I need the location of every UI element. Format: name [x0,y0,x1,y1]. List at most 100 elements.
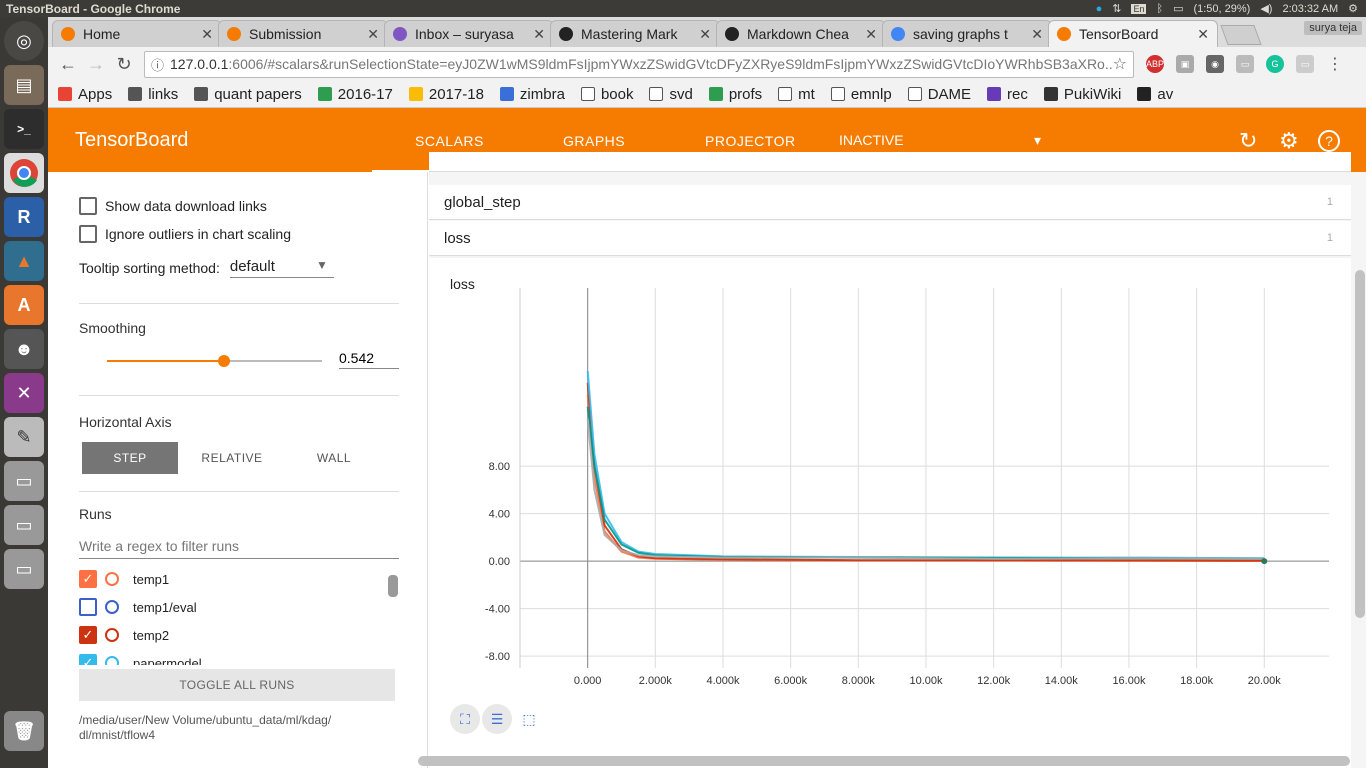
bookmark-item[interactable]: PukiWiki [1043,86,1121,103]
bookmark-item[interactable]: quant papers [194,86,302,103]
adblock-icon[interactable]: ABP [1146,55,1164,73]
forward-icon[interactable]: → [82,54,110,75]
menu-icon[interactable]: ⋮ [1326,55,1344,73]
toggle-all-runs-button[interactable]: TOGGLE ALL RUNS [79,669,395,701]
skype-icon[interactable]: ● [1096,3,1103,15]
close-icon[interactable]: ✕ [1031,26,1043,43]
fullscreen-icon[interactable]: ⛶ [450,704,480,734]
runs-scroll-thumb[interactable] [388,575,398,597]
run-checkbox[interactable]: ✓ [79,654,97,665]
browser-tab[interactable]: Markdown Chea ✕ [716,20,886,47]
r-icon[interactable]: R [4,197,44,237]
matlab-icon[interactable]: ▲ [4,241,44,281]
tools-icon[interactable]: ✕ [4,373,44,413]
help-icon[interactable]: ? [1318,130,1340,152]
bookmark-item[interactable]: 2016-17 [317,86,393,103]
back-icon[interactable]: ← [54,54,82,75]
extension-icon-1[interactable]: ▣ [1176,55,1194,73]
bookmark-item[interactable]: book [580,86,633,103]
smoothing-value-input[interactable]: 0.542 [339,348,399,369]
tab-scalars[interactable]: SCALARS [415,133,484,149]
drive-icon-1[interactable]: ▭ [4,461,44,501]
ignore-outliers-row[interactable]: Ignore outliers in chart scaling [79,220,399,248]
reload-data-icon[interactable]: ↻ [1239,128,1257,154]
run-checkbox[interactable]: ✓ [79,570,97,588]
close-icon[interactable]: ✕ [1197,26,1209,43]
bookmark-item[interactable]: links [128,86,178,103]
extension-icon-4[interactable]: ▭ [1296,55,1314,73]
trash-icon[interactable]: 🗑 [4,711,44,751]
software-center-icon[interactable]: A [4,285,44,325]
browser-tab[interactable]: Mastering Mark ✕ [550,20,720,47]
power-icon[interactable]: ⚙ [1348,2,1358,15]
page-scrollbar-horizontal[interactable] [418,756,1350,766]
browser-tab[interactable]: Submission ✕ [218,20,388,47]
runs-filter-input[interactable]: Write a regex to filter runs [79,538,399,559]
close-icon[interactable]: ✕ [533,26,545,43]
extension-icon-2[interactable]: ◉ [1206,55,1224,73]
bluetooth-icon[interactable]: ᛒ [1156,3,1163,15]
close-icon[interactable]: ✕ [699,26,711,43]
axis-wall-button[interactable]: WALL [286,442,382,474]
bookmark-item[interactable]: DAME [907,86,971,103]
run-checkbox[interactable] [79,598,97,616]
reload-icon[interactable]: ↻ [110,54,138,75]
run-color-swatch[interactable] [105,628,119,642]
bookmark-item[interactable]: rec [987,86,1028,103]
run-color-swatch[interactable] [105,656,119,665]
close-icon[interactable]: ✕ [201,26,213,43]
settings-gear-icon[interactable]: ⚙ [1279,128,1299,154]
loss-chart[interactable]: 0.000 2.000k 4.000k 6.000k 8.000k 10.00k 12.00… [429,288,1351,728]
drive-icon-2[interactable]: ▭ [4,505,44,545]
browser-tab[interactable]: Home ✕ [52,20,222,47]
axis-step-button[interactable]: STEP [82,442,178,474]
terminal-icon[interactable]: >_ [4,109,44,149]
drive-icon-3[interactable]: ▭ [4,549,44,589]
text-editor-icon[interactable]: ✎ [4,417,44,457]
inactive-plugins-dropdown[interactable]: INACTIVE ▾ [839,132,1041,154]
fit-domain-icon[interactable]: ⬚ [514,704,544,734]
info-icon[interactable]: ⓘ [151,55,164,74]
browser-tab[interactable]: saving graphs t ✕ [882,20,1052,47]
battery-icon[interactable]: ▭ [1173,2,1183,15]
show-download-checkbox[interactable] [79,197,97,215]
smoothing-slider-knob[interactable] [217,355,230,367]
url-text[interactable]: 127.0.0.1:6006/#scalars&runSelectionStat… [170,56,1113,72]
show-download-row[interactable]: Show data download links [79,192,399,220]
ignore-outliers-checkbox[interactable] [79,225,97,243]
browser-tab[interactable]: Inbox – suryasa ✕ [384,20,554,47]
axis-relative-button[interactable]: RELATIVE [184,442,280,474]
run-color-swatch[interactable] [105,600,119,614]
extension-icon-3[interactable]: ▭ [1236,55,1254,73]
browser-tab[interactable]: TensorBoard ✕ [1048,20,1218,47]
pidgin-icon[interactable]: ☻ [4,329,44,369]
bookmark-item[interactable]: zimbra [499,86,565,103]
bookmark-item[interactable]: mt [778,86,815,103]
run-item[interactable]: ✓ temp1 [79,565,399,593]
files-icon[interactable]: ▤ [4,65,44,105]
run-checkbox[interactable]: ✓ [79,626,97,644]
network-icon[interactable]: ⇅ [1112,2,1121,15]
bookmark-item[interactable]: svd [649,86,693,103]
log-scale-icon[interactable]: ☰ [482,704,512,734]
tag-row-global-step[interactable]: global_step 1 [429,185,1351,220]
tensorboard-brand[interactable]: TensorBoard [48,129,348,152]
close-icon[interactable]: ✕ [367,26,379,43]
run-item[interactable]: ✓ temp2 [79,621,399,649]
tab-graphs[interactable]: GRAPHS [563,133,625,149]
address-bar[interactable]: ⓘ 127.0.0.1:6006/#scalars&runSelectionSt… [144,50,1134,78]
chrome-icon[interactable] [4,153,44,193]
volume-icon[interactable]: ◀) [1260,2,1272,15]
bookmark-item[interactable]: av [1137,86,1173,103]
bookmark-item[interactable]: Apps [58,86,112,103]
tooltip-sorting-select[interactable]: default ▼ [229,258,334,278]
run-item[interactable]: temp1/eval [79,593,399,621]
bookmark-star-icon[interactable]: ☆ [1113,54,1127,74]
keyboard-lang[interactable]: En [1131,3,1147,14]
tag-row-partial[interactable] [429,152,1351,172]
tag-row-loss[interactable]: loss 1 [429,221,1351,256]
bookmark-item[interactable]: 2017-18 [408,86,484,103]
clock[interactable]: 2:03:32 AM [1282,3,1338,15]
grammarly-icon[interactable]: G [1266,55,1284,73]
run-color-swatch[interactable] [105,572,119,586]
